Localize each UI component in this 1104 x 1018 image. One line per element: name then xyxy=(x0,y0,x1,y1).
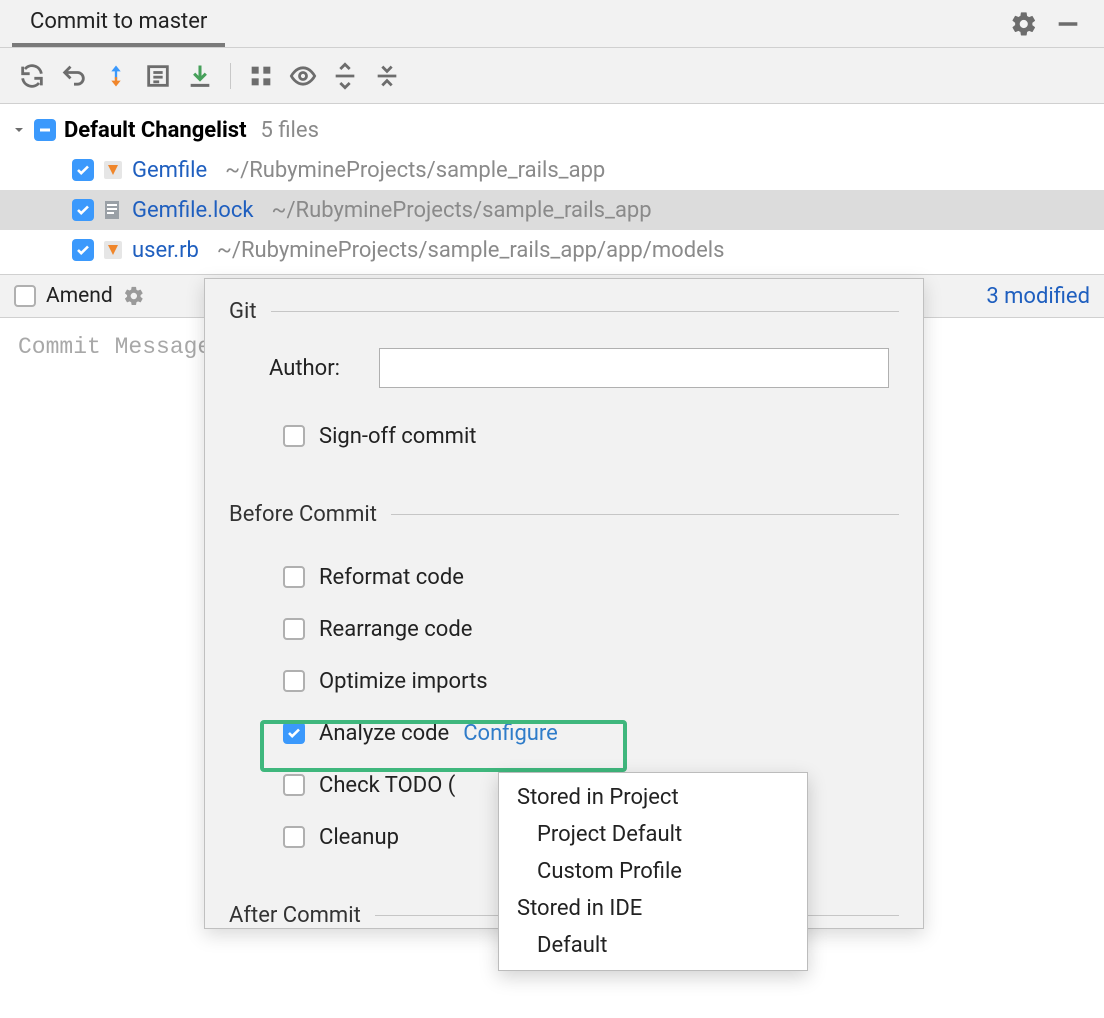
chevron-down-icon[interactable] xyxy=(12,123,26,137)
option-checkbox[interactable] xyxy=(283,618,305,640)
option-row[interactable]: Analyze code Configure xyxy=(283,707,899,759)
section-title-before: Before Commit xyxy=(229,502,377,527)
toolbar-separator xyxy=(230,63,231,89)
amend-label: Amend xyxy=(46,284,113,308)
changelist-tree: Default Changelist 5 files Gemfile ~/Rub… xyxy=(0,104,1104,274)
tab-bar: Commit to master xyxy=(0,0,1104,48)
author-input[interactable] xyxy=(379,348,889,388)
file-name: Gemfile.lock xyxy=(132,198,254,223)
configure-link[interactable]: Configure xyxy=(463,721,558,746)
option-label: Analyze code xyxy=(319,721,449,746)
changelist-row[interactable]: Default Changelist 5 files xyxy=(0,110,1104,150)
amend-checkbox[interactable] xyxy=(14,285,36,307)
gear-icon[interactable] xyxy=(1010,10,1038,38)
dropdown-item[interactable]: Default xyxy=(499,927,807,964)
expand-all-icon[interactable] xyxy=(331,62,359,90)
text-file-icon xyxy=(102,199,124,221)
option-row[interactable]: Rearrange code xyxy=(283,603,899,655)
file-row[interactable]: Gemfile.lock ~/RubymineProjects/sample_r… xyxy=(0,190,1104,230)
file-path: ~/RubymineProjects/sample_rails_app xyxy=(272,198,652,223)
file-name: Gemfile xyxy=(132,158,207,183)
refresh-icon[interactable] xyxy=(18,62,46,90)
ruby-file-icon xyxy=(102,159,124,181)
minimize-icon[interactable] xyxy=(1054,10,1082,38)
signoff-checkbox[interactable] xyxy=(283,425,305,447)
dropdown-item[interactable]: Custom Profile xyxy=(499,853,807,890)
option-row[interactable]: Reformat code xyxy=(283,551,899,603)
file-checkbox[interactable] xyxy=(72,239,94,261)
ruby-file-icon xyxy=(102,239,124,261)
view-options-icon[interactable] xyxy=(289,62,317,90)
option-checkbox[interactable] xyxy=(283,826,305,848)
modified-count[interactable]: 3 modified xyxy=(986,284,1090,309)
dropdown-item[interactable]: Project Default xyxy=(499,816,807,853)
dropdown-item[interactable]: Stored in IDE xyxy=(499,890,807,927)
option-checkbox[interactable] xyxy=(283,722,305,744)
file-path: ~/RubymineProjects/sample_rails_app xyxy=(225,158,605,183)
signoff-label: Sign-off commit xyxy=(319,424,477,449)
collapse-all-icon[interactable] xyxy=(373,62,401,90)
option-row[interactable]: Optimize imports xyxy=(283,655,899,707)
option-checkbox[interactable] xyxy=(283,566,305,588)
tab-commit[interactable]: Commit to master xyxy=(12,0,225,47)
group-by-icon[interactable] xyxy=(247,62,275,90)
shelve-icon[interactable] xyxy=(186,62,214,90)
diff-icon[interactable] xyxy=(144,62,172,90)
section-title-after: After Commit xyxy=(229,903,361,928)
file-checkbox[interactable] xyxy=(72,199,94,221)
author-label: Author: xyxy=(269,356,379,381)
option-label: Optimize imports xyxy=(319,669,488,694)
changelist-name: Default Changelist xyxy=(64,118,247,143)
dropdown-item[interactable]: Stored in Project xyxy=(499,779,807,816)
file-row[interactable]: Gemfile ~/RubymineProjects/sample_rails_… xyxy=(0,150,1104,190)
section-line xyxy=(391,514,899,515)
commit-message-placeholder: Commit Message xyxy=(18,334,211,360)
option-label: Reformat code xyxy=(319,565,464,590)
undo-icon[interactable] xyxy=(60,62,88,90)
option-label: Cleanup xyxy=(319,825,399,850)
option-checkbox[interactable] xyxy=(283,670,305,692)
file-row[interactable]: user.rb ~/RubymineProjects/sample_rails_… xyxy=(0,230,1104,270)
option-label: Check TODO ( xyxy=(319,773,455,798)
rollback-icon[interactable] xyxy=(102,62,130,90)
tristate-checkbox[interactable] xyxy=(34,119,56,141)
option-checkbox[interactable] xyxy=(283,774,305,796)
file-path: ~/RubymineProjects/sample_rails_app/app/… xyxy=(217,238,725,263)
file-checkbox[interactable] xyxy=(72,159,94,181)
section-line xyxy=(271,311,899,312)
gear-icon[interactable] xyxy=(123,285,145,307)
commit-toolbar xyxy=(0,48,1104,104)
option-label: Rearrange code xyxy=(319,617,472,642)
file-name: user.rb xyxy=(132,238,199,263)
section-title-git: Git xyxy=(229,299,257,324)
tab-title: Commit to master xyxy=(30,9,207,34)
file-count: 5 files xyxy=(261,118,319,143)
analyze-profile-dropdown: Stored in Project Project Default Custom… xyxy=(498,772,808,971)
